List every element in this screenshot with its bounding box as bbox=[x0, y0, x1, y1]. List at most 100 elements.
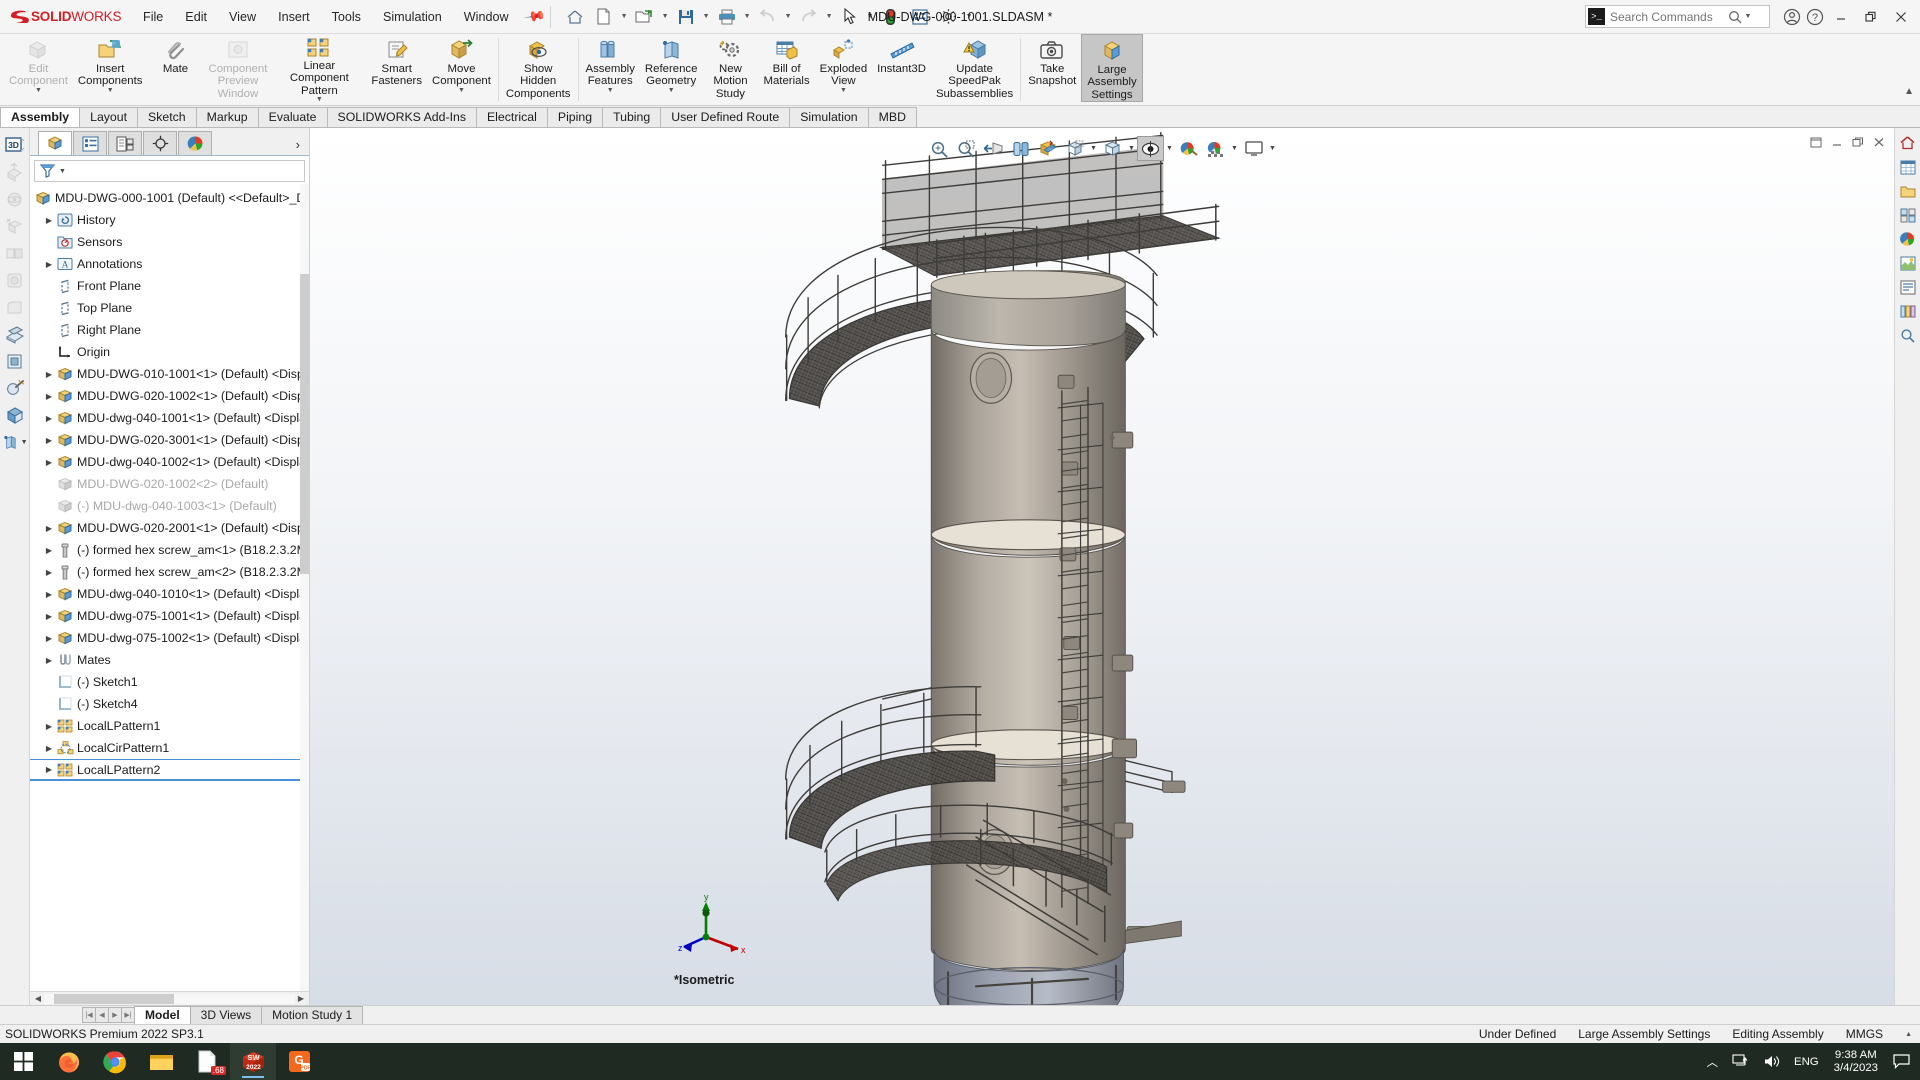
chevron-down-icon[interactable]: ▼ bbox=[107, 87, 114, 94]
reference-geometry-plane-icon[interactable]: ▼ bbox=[2, 429, 28, 455]
close-panel-icon[interactable] bbox=[1870, 134, 1888, 150]
viewport-layout-icon[interactable] bbox=[1240, 136, 1267, 161]
expand-arrow-icon[interactable]: ▶ bbox=[42, 260, 56, 269]
save-dropdown[interactable]: ▼ bbox=[700, 13, 712, 20]
section-view-icon[interactable] bbox=[1007, 136, 1034, 161]
redo-dropdown[interactable]: ▼ bbox=[823, 13, 835, 20]
notification-icon[interactable] bbox=[1886, 1054, 1916, 1069]
tree-item[interactable]: ▶ MDU-DWG-010-1001<1> (Default) <Displa bbox=[30, 363, 309, 385]
redo-icon[interactable] bbox=[794, 4, 823, 30]
undo-icon[interactable] bbox=[753, 4, 782, 30]
tree-item[interactable]: ▶ MDU-dwg-075-1002<1> (Default) <Displa bbox=[30, 627, 309, 649]
appearances-icon[interactable] bbox=[1897, 228, 1919, 250]
tree-item[interactable]: (-) Sketch1 bbox=[30, 671, 309, 693]
isolate-icon[interactable] bbox=[2, 402, 28, 428]
search-input[interactable] bbox=[1610, 9, 1728, 24]
ribbon-show-hidden-components[interactable]: Show Hidden Components bbox=[501, 34, 576, 102]
tab-simulation[interactable]: Simulation bbox=[789, 107, 869, 127]
chrome-icon[interactable] bbox=[92, 1043, 138, 1080]
tab-mbd[interactable]: MBD bbox=[867, 107, 917, 127]
tree-item[interactable]: (-) Sketch4 bbox=[30, 693, 309, 715]
first-tab-button[interactable]: |◀ bbox=[82, 1007, 96, 1023]
scroll-thumb[interactable] bbox=[54, 993, 174, 1004]
ribbon-exploded-view[interactable]: Exploded View ▼ bbox=[815, 34, 873, 102]
status-large-assembly-settings[interactable]: Large Assembly Settings bbox=[1578, 1027, 1710, 1041]
ribbon-mate[interactable]: Mate bbox=[147, 34, 203, 102]
windows-start-icon[interactable] bbox=[0, 1043, 46, 1080]
tower-assembly-model[interactable] bbox=[310, 128, 1894, 1005]
tree-item[interactable]: ▶ MDU-DWG-020-1002<1> (Default) <Displa bbox=[30, 385, 309, 407]
assembly-feature-icon[interactable] bbox=[2, 213, 28, 239]
volume-icon[interactable] bbox=[1756, 1054, 1787, 1069]
tab-solidworks-addins[interactable]: SOLIDWORKS Add-Ins bbox=[326, 107, 477, 127]
status-units[interactable]: MMGS bbox=[1846, 1027, 1883, 1041]
configuration-manager-tab[interactable] bbox=[108, 131, 142, 155]
open-dropdown[interactable]: ▼ bbox=[659, 13, 671, 20]
ribbon-reference-geometry[interactable]: Reference Geometry ▼ bbox=[640, 34, 703, 102]
graphics-viewport[interactable]: ▼ ▼ ▼ ▼ ▼ y x z *Isometric bbox=[310, 128, 1894, 1005]
hide-show-dropdown[interactable]: ▼ bbox=[1126, 145, 1137, 152]
tree-item[interactable]: ▶ A Annotations bbox=[30, 253, 309, 275]
tab-evaluate[interactable]: Evaluate bbox=[257, 107, 328, 127]
expand-arrow-icon[interactable]: ▶ bbox=[42, 656, 56, 665]
ribbon-smart-fasteners[interactable]: Smart Fasteners bbox=[366, 34, 427, 102]
menu-tools[interactable]: Tools bbox=[321, 6, 372, 28]
close-button[interactable] bbox=[1886, 2, 1916, 32]
tab-markup[interactable]: Markup bbox=[195, 107, 259, 127]
interference-detection-icon[interactable] bbox=[2, 321, 28, 347]
move-with-triad-icon[interactable] bbox=[2, 159, 28, 185]
menu-view[interactable]: View bbox=[218, 6, 267, 28]
tree-item[interactable]: Top Plane bbox=[30, 297, 309, 319]
menu-edit[interactable]: Edit bbox=[174, 6, 218, 28]
bom-table-icon[interactable] bbox=[1897, 156, 1919, 178]
new-document-dropdown[interactable]: ▼ bbox=[618, 13, 630, 20]
component-pattern-icon[interactable] bbox=[2, 240, 28, 266]
ribbon-update-speedpak[interactable]: Update SpeedPak Subassemblies bbox=[931, 34, 1018, 102]
hide-show-items-icon[interactable] bbox=[1099, 136, 1126, 161]
edit-appearance-icon[interactable] bbox=[1137, 136, 1164, 161]
ribbon-edit-component[interactable]: Edit Component ▼ bbox=[4, 34, 73, 102]
restore-panel-icon[interactable] bbox=[1807, 134, 1825, 150]
tree-item[interactable]: ▶ History bbox=[30, 209, 309, 231]
scroll-track[interactable] bbox=[44, 993, 295, 1004]
expand-arrow-icon[interactable]: ▶ bbox=[42, 370, 56, 379]
property-manager-tab[interactable] bbox=[73, 131, 107, 155]
open-folder-icon[interactable] bbox=[630, 4, 659, 30]
ribbon-linear-component-pattern[interactable]: Linear Component Pattern ▼ bbox=[272, 34, 366, 103]
chevron-down-icon[interactable]: ▼ bbox=[607, 87, 614, 94]
ribbon-insert-components[interactable]: Insert Components ▼ bbox=[73, 34, 148, 102]
network-icon[interactable] bbox=[1725, 1054, 1756, 1069]
display-manager-tab[interactable] bbox=[178, 131, 212, 155]
collapse-ribbon-icon[interactable]: ▲ bbox=[1904, 86, 1914, 97]
firefox-icon[interactable] bbox=[46, 1043, 92, 1080]
chevron-down-icon[interactable]: ▼ bbox=[458, 87, 465, 94]
tab-tubing[interactable]: Tubing bbox=[602, 107, 662, 127]
menu-window[interactable]: Window bbox=[453, 6, 520, 28]
save-icon[interactable] bbox=[671, 4, 700, 30]
show-hidden-icons-chevron[interactable]: ︿ bbox=[1700, 1054, 1725, 1070]
view-settings-icon[interactable] bbox=[1202, 136, 1229, 161]
apply-scene-icon[interactable] bbox=[1175, 136, 1202, 161]
scenes-icon[interactable] bbox=[1897, 252, 1919, 274]
scroll-left-icon[interactable]: ◀ bbox=[32, 994, 44, 1003]
display-state-icon[interactable] bbox=[2, 348, 28, 374]
expand-arrow-icon[interactable]: ▶ bbox=[42, 524, 56, 533]
tree-item[interactable]: Right Plane bbox=[30, 319, 309, 341]
language-indicator[interactable]: ENG bbox=[1787, 1056, 1826, 1068]
fillet-icon[interactable] bbox=[2, 294, 28, 320]
undo-dropdown[interactable]: ▼ bbox=[782, 13, 794, 20]
ribbon-component-preview-window[interactable]: Component Preview Window bbox=[203, 34, 272, 102]
document-icon[interactable]: .68 bbox=[184, 1043, 230, 1080]
expand-arrow-icon[interactable]: ▶ bbox=[42, 568, 56, 577]
view-palette-icon[interactable] bbox=[1897, 204, 1919, 226]
clock[interactable]: 9:38 AM 3/4/2023 bbox=[1826, 1049, 1886, 1075]
select-cursor-icon[interactable] bbox=[835, 4, 864, 30]
home-icon[interactable] bbox=[560, 4, 589, 30]
tab-sketch[interactable]: Sketch bbox=[137, 107, 197, 127]
gpdf-icon[interactable]: G PDF bbox=[276, 1043, 322, 1080]
tab-electrical[interactable]: Electrical bbox=[475, 107, 548, 127]
file-explorer-icon[interactable] bbox=[138, 1043, 184, 1080]
tree-item[interactable]: ▶ Mates bbox=[30, 649, 309, 671]
help-icon[interactable]: ? bbox=[1803, 5, 1826, 29]
display-style-dropdown[interactable]: ▼ bbox=[1088, 145, 1099, 152]
